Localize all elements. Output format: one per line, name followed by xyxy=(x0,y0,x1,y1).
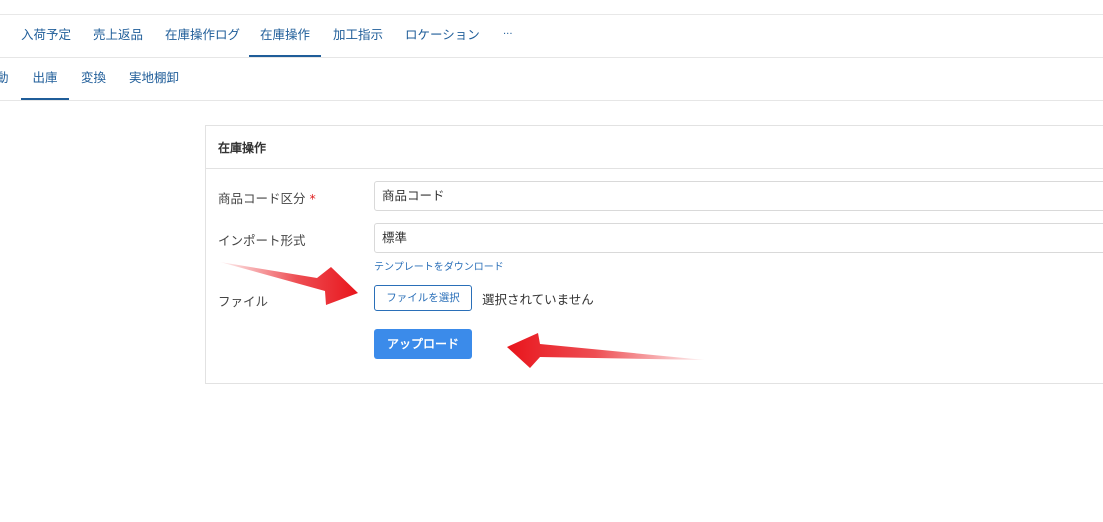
page: 入荷予定 売上返品 在庫操作ログ 在庫操作 加工指示 ロケーション ··· 動 … xyxy=(0,0,1103,522)
arrow-to-upload-button xyxy=(507,333,705,368)
annotation-arrows xyxy=(220,262,705,368)
arrow-to-file-button xyxy=(220,262,358,305)
